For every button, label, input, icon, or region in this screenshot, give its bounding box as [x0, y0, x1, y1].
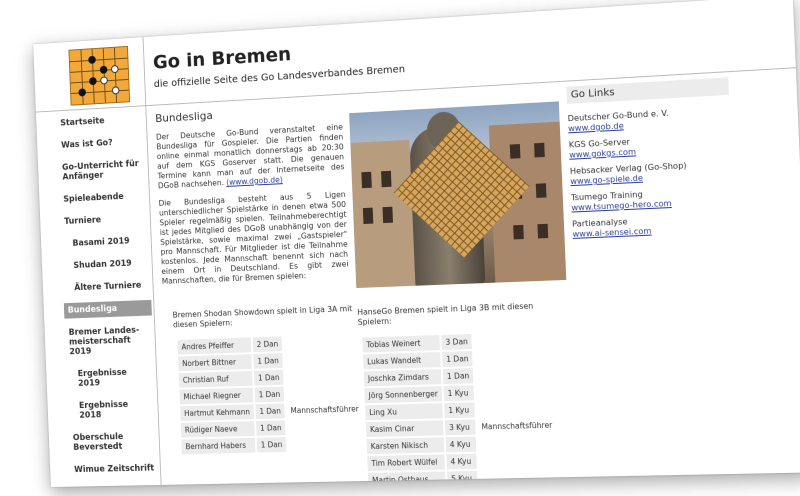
player-role — [287, 418, 364, 435]
player-role — [288, 435, 365, 452]
player-rank: 3 Kyu — [444, 419, 476, 436]
sidebar-item[interactable]: Wimue Zeitschrift — [70, 461, 158, 478]
player-role — [476, 383, 556, 400]
team-b-table: Tobias Weinert 3 Dan Lukas Wandelt 1 Dan Jos… — [360, 329, 561, 488]
sidebar-nav: Startseite Was ist Go? Go-Unterricht für A… — [56, 111, 160, 487]
player-role — [474, 348, 554, 366]
links-sidebar: Go Links Deutscher Go-Bund e. V. www.dgob… — [566, 77, 735, 246]
table-row: Kasim Cinar 3 Kyu Mannschaftsführer — [365, 417, 557, 438]
screenshot-stage: Go in Bremen die offizielle Seite des Go… — [0, 0, 800, 496]
player-role — [284, 334, 361, 351]
team-a-caption: Bremen Shodan Showdown spielt in Liga 3A… — [172, 304, 353, 330]
player-rank: 5 Kyu — [446, 470, 478, 487]
player-name: Michael Riegner — [179, 387, 254, 405]
player-rank: 1 Dan — [442, 368, 474, 385]
roland-statue-photo — [349, 101, 567, 289]
player-role — [286, 384, 363, 401]
player-name: Tim Robert Wülfel — [367, 454, 445, 472]
player-rank: 1 Dan — [441, 351, 473, 368]
player-name: Norbert Bittner — [178, 354, 252, 372]
player-rank: 1 Dan — [256, 437, 287, 453]
sidebar-item[interactable]: Ältere Turniere — [63, 277, 151, 296]
player-role — [284, 351, 361, 368]
player-role — [479, 469, 559, 486]
sidebar-item[interactable]: Oberschule Beverstedt — [69, 428, 158, 455]
player-name: Christian Ruf — [178, 370, 253, 388]
player-name: Lukas Wandelt — [363, 352, 441, 370]
sidebar-item[interactable]: Ergebnisse 2019 — [66, 364, 155, 392]
player-rank: 4 Kyu — [445, 436, 477, 453]
page-title: Go in Bremen — [152, 43, 292, 74]
player-rank: 3 Dan — [441, 333, 473, 350]
player-name: Kasim Cinar — [365, 420, 444, 438]
sidebar-item[interactable]: Shudan 2019 — [62, 255, 150, 274]
web-page: Go in Bremen die offizielle Seite des Go… — [33, 0, 800, 488]
player-role — [474, 331, 554, 349]
player-role — [478, 435, 558, 452]
sidebar-item[interactable]: Kontakt/ Impressum — [71, 483, 160, 488]
sidebar-item[interactable]: Bremer Landes-meisterschaft 2019 — [65, 322, 154, 360]
player-name: Ling Xu — [365, 403, 443, 421]
player-role — [285, 368, 362, 385]
sidebar-item[interactable]: Was ist Go? — [57, 134, 145, 154]
table-row: Martin Osthaus 5 Kyu — [367, 469, 559, 488]
table-row: Bernhard Habers 1 Dan — [181, 435, 365, 455]
player-name: Jörg Sonnenberger — [364, 386, 443, 404]
player-role: Mannschaftsführer — [290, 404, 359, 416]
player-rank: 2 Dan — [252, 336, 283, 353]
player-role — [476, 400, 556, 417]
sidebar-item[interactable]: Ergebnisse 2018 — [68, 396, 157, 424]
player-name: Rüdiger Naeve — [180, 421, 255, 438]
intro-paragraph: Der Deutsche Go-Bund veranstaltet eine B… — [156, 123, 345, 192]
sidebar-item[interactable]: Basami 2019 — [61, 233, 149, 252]
table-row: Rüdiger Naeve 1 Dan — [180, 418, 364, 438]
player-role — [475, 366, 555, 383]
player-role: Mannschaftsführer — [481, 420, 553, 432]
links-heading: Go Links — [566, 77, 729, 104]
player-name: Karsten Nikisch — [366, 437, 445, 455]
sidebar-item[interactable]: Bundesliga — [63, 299, 152, 319]
sidebar-item[interactable]: Spieleabende — [59, 188, 147, 208]
player-rank: 4 Kyu — [446, 453, 478, 470]
team-a-table: Andres Pfeiffer 2 Dan Norbert Bittner 1 Dan… — [175, 332, 366, 457]
player-rank: 1 Kyu — [444, 402, 476, 419]
league-paragraph: Die Bundesliga besteht aus 5 Ligen unter… — [158, 189, 349, 286]
player-rank: 1 Dan — [253, 369, 284, 386]
player-rank: 1 Kyu — [443, 385, 475, 402]
table-row: Karsten Nikisch 4 Kyu — [366, 435, 558, 455]
player-name: Andres Pfeiffer — [177, 337, 252, 355]
player-rank: 1 Dan — [254, 386, 285, 403]
player-rank: 1 Dan — [255, 403, 286, 420]
player-name: Martin Osthaus — [367, 471, 446, 488]
player-name: Hartmut Kehmann — [180, 404, 254, 421]
links-list: Deutscher Go-Bund e. V. www.dgob.de KGS Go… — [568, 105, 735, 240]
go-board-logo-icon[interactable] — [68, 45, 131, 106]
team-b-caption: HanseGo Bremen spielt in Liga 3B mit die… — [357, 301, 534, 327]
player-name: Tobias Weinert — [362, 335, 440, 353]
player-rank: 1 Dan — [253, 353, 283, 369]
player-role — [479, 452, 559, 469]
sidebar-item[interactable]: Go-Unterricht für Anfänger — [58, 156, 146, 186]
player-name: Bernhard Habers — [181, 437, 256, 455]
player-rank: 1 Dan — [255, 420, 286, 436]
dgob-link[interactable]: (www.dgob.de) — [226, 175, 283, 187]
sidebar-item[interactable]: Startseite — [56, 111, 144, 131]
table-row: Tim Robert Wülfel 4 Kyu — [367, 452, 559, 472]
player-name: Joschka Zimdars — [363, 369, 442, 387]
sidebar-item[interactable]: Turniere — [60, 210, 148, 230]
